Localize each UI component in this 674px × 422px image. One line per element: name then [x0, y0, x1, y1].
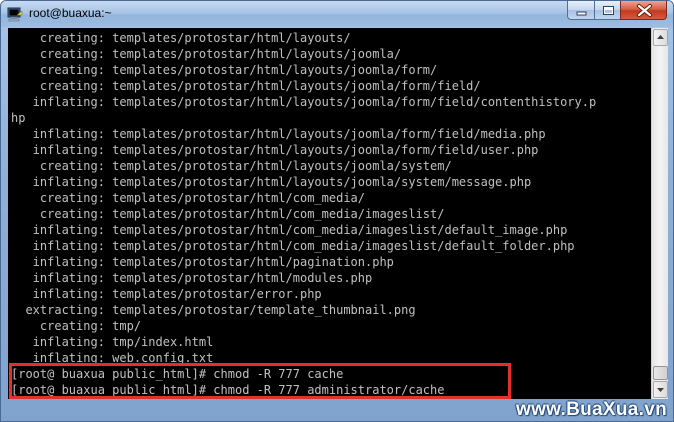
terminal-line: creating: tmp/ [11, 319, 142, 333]
terminal-line: creating: templates/protostar/html/layou… [11, 159, 452, 173]
terminal-line: creating: templates/protostar/html/layou… [11, 47, 402, 61]
terminal-line: creating: templates/protostar/html/com_m… [11, 191, 366, 205]
terminal-line: creating: templates/protostar/html/layou… [11, 31, 351, 45]
arrow-up-icon [657, 35, 664, 39]
terminal-line: inflating: templates/protostar/error.php [11, 287, 322, 301]
terminal-line: inflating: templates/protostar/html/layo… [11, 95, 597, 109]
title-bar[interactable]: root@buaxua:~ [1, 1, 673, 27]
minimize-button[interactable] [567, 1, 595, 20]
terminal-app-icon[interactable] [7, 6, 23, 22]
minimize-icon [576, 11, 587, 16]
terminal-line: hp [11, 111, 26, 125]
scroll-up-button[interactable] [653, 29, 668, 46]
maximize-button[interactable] [594, 1, 621, 20]
site-watermark: www.BuaXua.vn [515, 399, 667, 420]
terminal-line: inflating: templates/protostar/html/layo… [11, 127, 546, 141]
window-title: root@buaxua:~ [29, 6, 112, 20]
terminal-line: inflating: templates/protostar/html/com_… [11, 223, 568, 237]
terminal-line: extracting: templates/protostar/template… [11, 303, 416, 317]
terminal-line: inflating: templates/protostar/html/layo… [11, 175, 532, 189]
terminal-line: creating: templates/protostar/html/com_m… [11, 207, 445, 221]
putty-window: root@buaxua:~ creating: templates/protos… [0, 0, 674, 422]
terminal-output[interactable]: creating: templates/protostar/html/layou… [8, 28, 651, 399]
terminal-line: creating: templates/protostar/html/layou… [11, 79, 481, 93]
command-line-chmod-cache: [root@ buaxua public_html]# chmod -R 777… [11, 367, 344, 381]
terminal-line: inflating: web.config.txt [11, 351, 214, 365]
terminal-line: inflating: templates/protostar/html/layo… [11, 143, 539, 157]
scroll-down-button[interactable] [653, 381, 668, 398]
command-line-chmod-admin-cache: [root@ buaxua public_html]# chmod -R 777… [11, 383, 445, 397]
arrow-down-icon [657, 388, 664, 392]
terminal-line: inflating: templates/protostar/html/com_… [11, 239, 575, 253]
vertical-scrollbar[interactable] [651, 28, 668, 399]
close-icon [637, 4, 652, 17]
scrollbar-thumb[interactable] [653, 366, 668, 380]
close-button[interactable] [620, 1, 667, 20]
terminal-line: inflating: templates/protostar/html/pagi… [11, 255, 394, 269]
terminal-line: creating: templates/protostar/html/layou… [11, 63, 438, 77]
terminal-line: inflating: templates/protostar/html/modu… [11, 271, 373, 285]
maximize-icon [603, 6, 614, 15]
terminal-line: inflating: tmp/index.html [11, 335, 214, 349]
